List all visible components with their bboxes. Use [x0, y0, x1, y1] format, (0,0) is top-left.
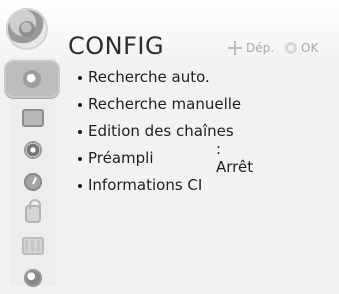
tv-config-screen: CONFIG Dép. OK Recherche auto. Recherche…	[0, 0, 339, 287]
menu-item-channel-edit[interactable]: Edition des chaînes	[78, 120, 234, 142]
brand-logo-icon	[6, 8, 48, 50]
speaker-icon	[24, 141, 42, 159]
hint-ok-label: OK	[301, 41, 319, 55]
sidebar-item-network[interactable]	[10, 262, 56, 294]
sidebar-item-setup[interactable]	[4, 60, 60, 98]
config-menu: Recherche auto. Recherche manuelle Editi…	[78, 66, 328, 206]
hint-move-label: Dép.	[246, 41, 275, 55]
sidebar-item-audio[interactable]	[10, 134, 56, 166]
sidebar-item-options[interactable]	[10, 230, 56, 262]
sidebar	[4, 58, 60, 287]
hint-ok: OK	[285, 41, 318, 55]
bullet-icon	[78, 103, 82, 107]
menu-item-manual-search[interactable]: Recherche manuelle	[78, 93, 241, 115]
menu-item-label: Recherche auto.	[88, 68, 210, 86]
ok-icon	[285, 42, 297, 54]
bullet-icon	[78, 184, 82, 188]
monitor-icon	[22, 109, 44, 127]
menu-item-value: : Arrêt	[216, 140, 254, 176]
bullet-icon	[78, 157, 82, 161]
menu-item-auto-search[interactable]: Recherche auto.	[78, 66, 210, 88]
menu-item-preamp[interactable]: Préampli : Arrêt	[78, 140, 253, 176]
dpad-icon	[228, 41, 242, 55]
lock-icon	[25, 199, 41, 223]
page-title: CONFIG	[68, 32, 165, 60]
menu-item-label: Informations CI	[88, 176, 203, 194]
clock-icon	[24, 173, 42, 191]
sidebar-item-picture[interactable]	[10, 102, 56, 134]
bullet-icon	[78, 76, 82, 80]
menu-item-label: Recherche manuelle	[88, 95, 242, 113]
menu-item-ci-info[interactable]: Informations CI	[78, 174, 202, 196]
film-icon	[22, 237, 44, 255]
hint-move: Dép.	[228, 41, 274, 55]
menu-item-label: Préampli	[88, 149, 154, 167]
globe-icon	[24, 269, 42, 287]
disc-icon	[23, 70, 41, 88]
sidebar-item-lock[interactable]	[10, 198, 56, 230]
header: CONFIG Dép. OK	[0, 0, 339, 66]
sidebar-item-time[interactable]	[10, 166, 56, 198]
bullet-icon	[78, 130, 82, 134]
menu-item-label: Edition des chaînes	[88, 122, 234, 140]
